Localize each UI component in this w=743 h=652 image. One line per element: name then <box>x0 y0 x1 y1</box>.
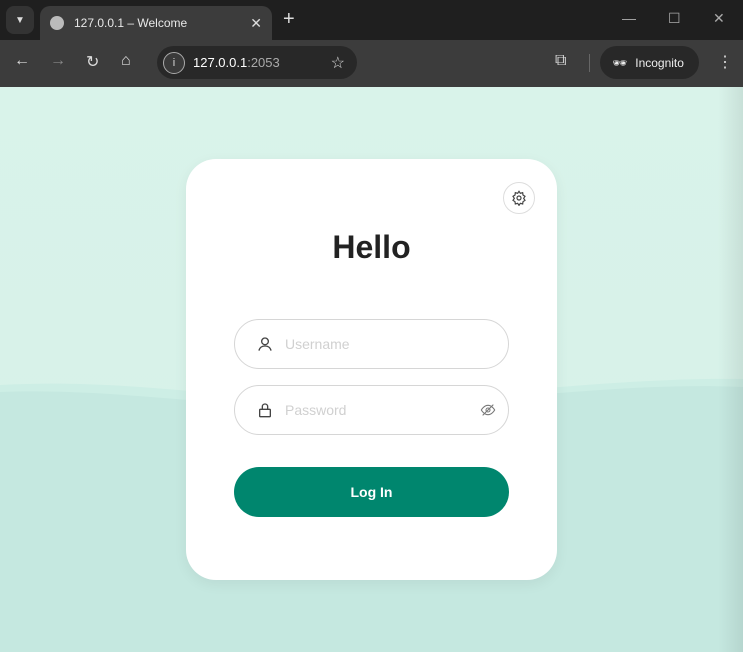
url-text[interactable]: 127.0.0.1:2053 <box>193 55 331 70</box>
eye-off-icon[interactable] <box>480 402 496 418</box>
settings-button[interactable] <box>503 182 535 214</box>
username-input[interactable] <box>285 336 508 352</box>
active-tab[interactable]: 127.0.0.1 – Welcome ✕ <box>40 6 272 40</box>
home-button[interactable]: ⌂ <box>121 52 131 70</box>
close-tab-icon[interactable]: ✕ <box>250 15 262 32</box>
password-field[interactable] <box>234 385 509 435</box>
page-title: Hello <box>332 229 411 265</box>
incognito-icon: 🕶 <box>612 55 628 70</box>
username-field[interactable] <box>234 319 509 369</box>
new-tab-button[interactable]: + <box>283 8 295 31</box>
lock-icon <box>259 403 271 418</box>
close-window-button[interactable]: ✕ <box>713 10 725 27</box>
menu-icon[interactable]: ⋮ <box>717 52 733 72</box>
password-input[interactable] <box>285 402 480 418</box>
incognito-label: Incognito <box>635 55 684 70</box>
forward-button[interactable]: → <box>50 52 66 70</box>
address-bar[interactable]: i 127.0.0.1:2053 ☆ <box>157 46 357 79</box>
gear-icon <box>512 190 526 206</box>
login-card: Hello Log In <box>186 159 557 580</box>
toolbar: ← → ↻ ⌂ i 127.0.0.1:2053 ☆ ⧉ 🕶 Incognito… <box>0 40 743 87</box>
bookmark-star-icon[interactable]: ☆ <box>331 53 345 73</box>
tab-search-button[interactable]: ▼ <box>6 6 34 34</box>
user-icon <box>258 337 272 351</box>
incognito-button[interactable]: 🕶 Incognito <box>600 46 699 79</box>
info-icon[interactable]: i <box>163 51 185 74</box>
back-button[interactable]: ← <box>14 52 30 70</box>
url-port: :2053 <box>247 55 280 70</box>
edge-shade <box>718 87 743 652</box>
tab-strip: ▼ 127.0.0.1 – Welcome ✕ + — ☐ ✕ <box>0 0 743 40</box>
page: Hello Log In <box>0 87 743 652</box>
login-button[interactable]: Log In <box>234 467 509 517</box>
tab-title: 127.0.0.1 – Welcome <box>74 16 188 30</box>
maximize-button[interactable]: ☐ <box>668 10 681 27</box>
reload-button[interactable]: ↻ <box>86 52 99 72</box>
url-host: 127.0.0.1 <box>193 55 248 70</box>
extensions-icon[interactable]: ⧉ <box>555 52 566 70</box>
minimize-button[interactable]: — <box>622 10 636 26</box>
globe-icon <box>50 16 64 30</box>
divider <box>589 54 590 72</box>
